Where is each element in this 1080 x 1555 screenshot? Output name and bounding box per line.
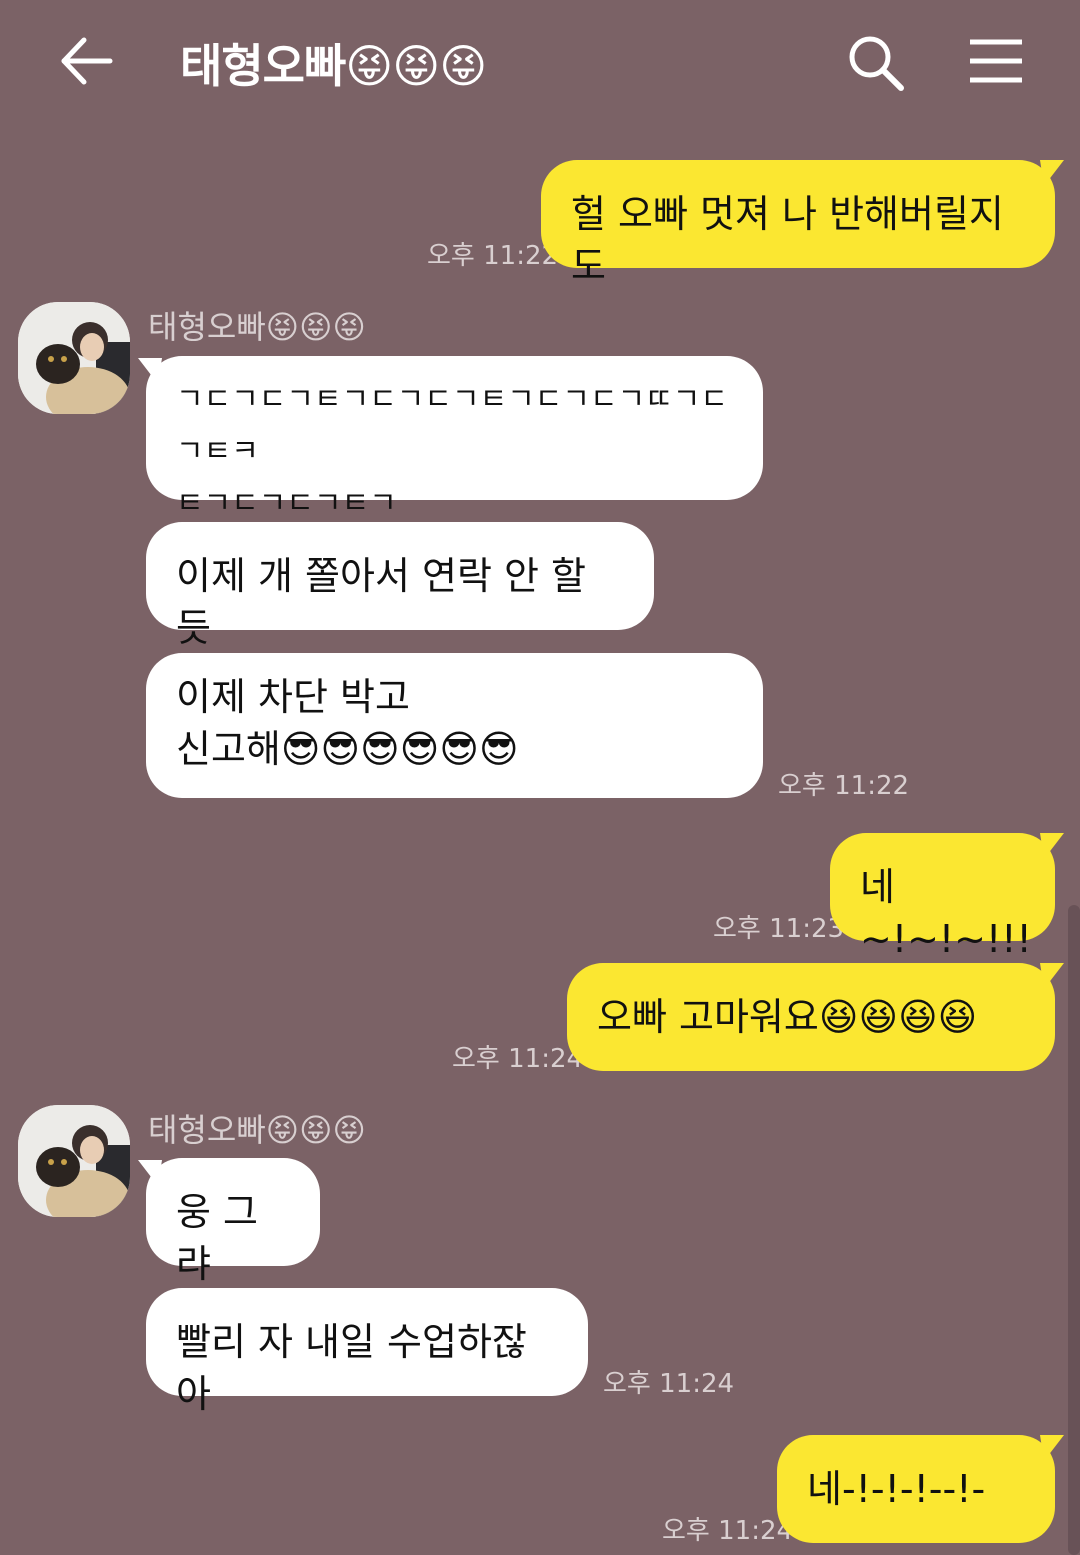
my-message-bubble[interactable]: 헐 오빠 멋져 나 반해버릴지도 (541, 160, 1055, 288)
their-message-bubble[interactable]: 빨리 자 내일 수업하잖아 (146, 1288, 588, 1416)
sender-name: 태형오빠😝😝😝 (148, 308, 366, 346)
avatar[interactable] (18, 302, 130, 414)
hamburger-menu-icon (970, 39, 1022, 83)
my-message-bubble[interactable]: 네~!~!~!!! (830, 833, 1055, 961)
bubble-tail-icon (1040, 160, 1064, 186)
their-message-bubble[interactable]: 이제 차단 박고 신고해😎😎😎😎😎😎 (146, 653, 763, 798)
profile-photo-icon (18, 302, 130, 414)
message-time: 오후 11:22 (778, 771, 910, 801)
bubble-tail-icon (1040, 1435, 1064, 1461)
search-icon (849, 36, 904, 91)
message-time: 오후 11:23 (713, 914, 845, 944)
arrow-left-icon (61, 37, 113, 85)
their-message-bubble[interactable]: ㄱㄷㄱㄷㄱㅌㄱㄷㄱㄷㄱㅌㄱㄷㄱㄷㄱㄸㄱㄷㄱㅌㅋ ㅌㄱㄷㄱㄷㄱㅌㄱ (146, 356, 763, 521)
message-time: 오후 11:22 (427, 241, 559, 271)
search-button[interactable] (845, 32, 907, 94)
menu-button[interactable] (968, 38, 1024, 84)
chat-header: 태형오빠😝😝😝 (0, 0, 1080, 125)
bubble-tail-icon (1040, 963, 1064, 989)
back-button[interactable] (58, 32, 116, 90)
avatar[interactable] (18, 1105, 130, 1217)
profile-photo-icon (18, 1105, 130, 1217)
sender-name: 태형오빠😝😝😝 (148, 1111, 366, 1149)
my-message-bubble[interactable]: 네-!-!-!--!- (777, 1435, 1055, 1543)
their-message-bubble[interactable]: 이제 개 쫄아서 연락 안 할 듯 (146, 522, 654, 650)
scrollbar[interactable] (1068, 905, 1080, 1555)
message-time: 오후 11:24 (603, 1369, 735, 1399)
message-time: 오후 11:24 (452, 1044, 584, 1074)
my-message-bubble[interactable]: 오빠 고마워요😆😆😆😆 (567, 963, 1055, 1071)
bubble-tail-icon (1040, 833, 1064, 859)
message-time: 오후 11:24 (662, 1516, 794, 1546)
their-message-bubble[interactable]: 웅 그랴 (146, 1158, 320, 1286)
chat-title: 태형오빠😝😝😝 (180, 39, 487, 93)
